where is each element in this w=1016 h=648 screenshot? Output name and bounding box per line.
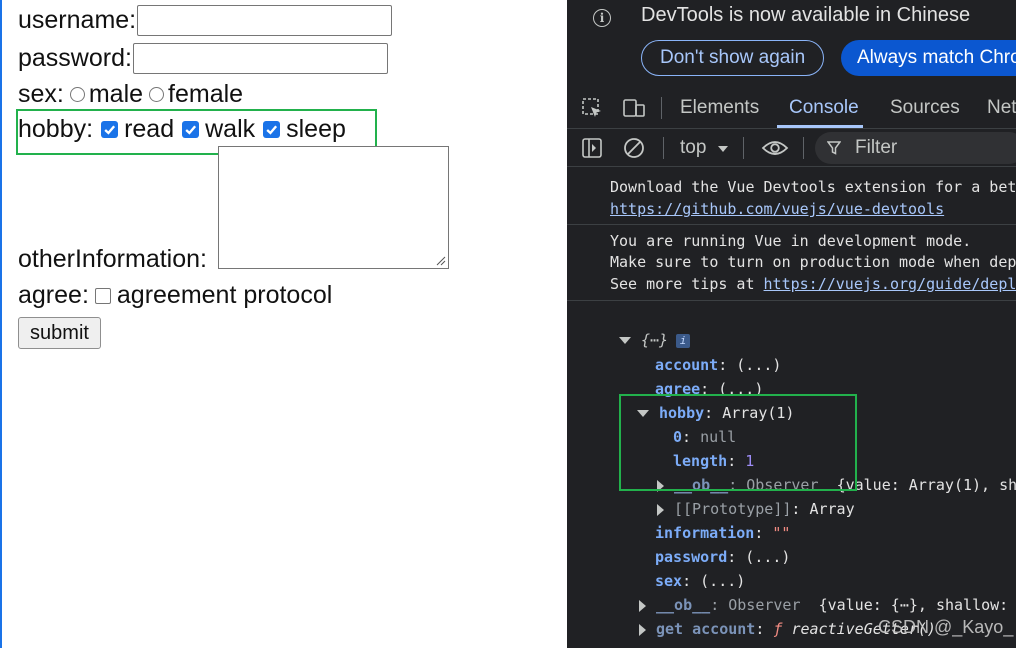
tree-row-prototype[interactable]: [[Prototype]]: Array	[657, 500, 855, 518]
console-toolbar: top Filter	[567, 129, 1016, 167]
device-toolbar-icon[interactable]	[622, 97, 646, 119]
expand-arrow-icon[interactable]	[657, 503, 664, 516]
radio-female[interactable]	[149, 87, 165, 102]
function-icon: ƒ	[773, 620, 783, 638]
active-tab-indicator	[777, 125, 863, 128]
property-value: : (...)	[727, 548, 791, 566]
console-text: See more tips at	[610, 275, 764, 293]
message-divider	[567, 300, 1016, 301]
tab-console[interactable]: Console	[789, 97, 859, 119]
info-badge-icon[interactable]: i	[676, 333, 691, 348]
live-expression-eye-icon[interactable]	[761, 138, 789, 158]
username-input[interactable]	[137, 5, 393, 36]
toolbar-divider	[661, 97, 662, 119]
object-preview: {⋯}	[641, 331, 669, 349]
property-value: ""	[772, 524, 791, 542]
console-link[interactable]: https://vuejs.org/guide/depl	[764, 275, 1016, 293]
devtools-tab-bar: Elements Console Sources Net	[567, 88, 1016, 129]
tree-row-account[interactable]: account: (...)	[655, 356, 781, 374]
sidebar-toggle-icon[interactable]	[581, 137, 603, 159]
agree-text: agreement protocol	[116, 281, 333, 309]
property-key: [[Prototype]]	[674, 500, 792, 518]
info-icon: i	[593, 9, 611, 27]
object-root[interactable]: {⋯} i	[619, 331, 691, 349]
inspect-element-icon[interactable]	[581, 97, 603, 119]
console-message: See more tips at https://vuejs.org/guide…	[610, 275, 1016, 293]
property-value: {value: {⋯}, shallow:	[818, 596, 1009, 614]
tree-row-information[interactable]: information: ""	[655, 524, 790, 542]
language-banner: i DevTools is now available in Chinese D…	[567, 0, 1016, 87]
property-key: get account	[656, 620, 756, 638]
toolbar-divider	[663, 137, 664, 159]
resize-handle-icon[interactable]	[436, 256, 446, 266]
other-info-row: otherInformation:	[18, 245, 207, 274]
message-divider	[567, 224, 1016, 225]
property-value: : Array	[791, 500, 855, 518]
console-link[interactable]: https://github.com/vuejs/vue-devtools	[610, 200, 944, 218]
toolbar-divider	[803, 137, 804, 159]
property-value: : (...)	[682, 572, 746, 590]
web-page: username: password: sex: male female hob…	[0, 0, 567, 648]
property-value: {value: Array(1), sh	[836, 476, 1016, 494]
chevron-down-icon[interactable]	[717, 145, 729, 153]
sex-row: sex: male female	[18, 80, 243, 109]
tree-row-password[interactable]: password: (...)	[655, 548, 790, 566]
property-value: : Observer	[710, 596, 801, 614]
tab-sources[interactable]: Sources	[890, 97, 960, 119]
clear-console-icon[interactable]	[623, 137, 645, 159]
property-key: sex	[655, 572, 683, 590]
other-info-label: otherInformation:	[18, 245, 207, 273]
console-message: Download the Vue Devtools extension for …	[610, 178, 1016, 196]
property-key: __ob__	[656, 596, 711, 614]
property-key: account	[655, 356, 719, 374]
radio-male-label: male	[88, 80, 144, 108]
radio-male[interactable]	[69, 87, 85, 102]
agree-row: agree: agreement protocol	[18, 281, 332, 310]
password-label: password:	[18, 44, 132, 72]
other-info-textarea[interactable]	[218, 146, 449, 269]
filter-input[interactable]: Filter	[815, 132, 1016, 164]
toolbar-divider	[743, 137, 744, 159]
devtools-panel: i DevTools is now available in Chinese D…	[567, 0, 1016, 648]
agree-checkbox[interactable]	[94, 287, 111, 304]
password-row: password:	[18, 43, 388, 74]
hobby-array-highlight-box	[619, 394, 857, 491]
tree-row-sex[interactable]: sex: (...)	[655, 572, 745, 590]
context-selector[interactable]: top	[680, 137, 706, 159]
tree-row-ob-root[interactable]: __ob__: Observer {value: {⋯}, shallow:	[639, 596, 1008, 614]
expand-arrow-icon[interactable]	[639, 599, 646, 612]
tab-network[interactable]: Net	[987, 97, 1016, 119]
dont-show-again-button[interactable]: Don't show again	[641, 40, 825, 76]
property-key: password	[655, 548, 728, 566]
watermark: CSDN @_Kayo_	[878, 617, 1014, 637]
console-message: You are running Vue in development mode.	[610, 232, 972, 250]
filter-icon	[827, 141, 841, 155]
property-key: information	[655, 524, 755, 542]
agree-label: agree:	[18, 281, 89, 309]
tab-elements[interactable]: Elements	[680, 97, 759, 119]
property-value: : (...)	[718, 356, 782, 374]
console-message: Make sure to turn on production mode whe…	[610, 253, 1016, 271]
sex-label: sex:	[18, 80, 64, 108]
always-match-button[interactable]: Always match Chro	[841, 40, 1016, 76]
password-input[interactable]	[132, 43, 388, 74]
username-label: username:	[18, 6, 137, 34]
radio-female-label: female	[168, 80, 244, 108]
submit-button[interactable]: submit	[18, 317, 101, 349]
username-row: username:	[18, 5, 393, 36]
filter-placeholder: Filter	[855, 137, 898, 158]
expand-arrow-icon[interactable]	[619, 337, 631, 344]
banner-message: DevTools is now available in Chinese	[641, 4, 971, 26]
expand-arrow-icon[interactable]	[639, 623, 646, 636]
